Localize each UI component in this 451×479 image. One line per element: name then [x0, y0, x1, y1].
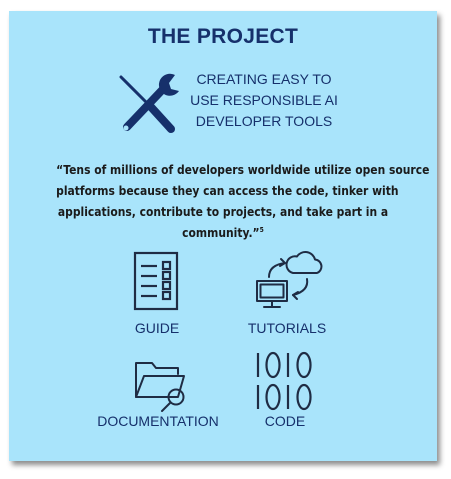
quote-line-4: community.”5 — [56, 222, 390, 243]
subtitle-line-3: DEVELOPER TOOLS — [195, 113, 333, 129]
quote-line-4-text: community.” — [182, 225, 260, 240]
tutorials-label: TUTORIALS — [247, 320, 327, 336]
quote-line-2: platforms because they can access the co… — [56, 183, 399, 198]
subtitle-line-2: USE RESPONSIBLE AI — [190, 92, 338, 108]
computer-cloud-sync-icon — [256, 251, 323, 308]
binary-code-icon — [256, 351, 312, 411]
card-title: THE PROJECT — [147, 25, 299, 48]
wrench-screwdriver-icon — [119, 73, 179, 133]
checklist-icon — [133, 251, 179, 311]
quote-line-3: applications, contribute to projects, an… — [57, 204, 389, 219]
project-card: THE PROJECT CREATING EASY TO USE RESPONS… — [9, 11, 437, 461]
folder-search-icon — [135, 362, 185, 412]
code-label: CODE — [264, 413, 306, 429]
quote-line-1: “Tens of millions of developers worldwid… — [56, 162, 430, 177]
subtitle-line-1: CREATING EASY TO — [196, 71, 332, 87]
project-subtitle: CREATING EASY TO USE RESPONSIBLE AI DEVE… — [185, 69, 343, 132]
documentation-label: DOCUMENTATION — [97, 413, 219, 429]
guide-label: GUIDE — [134, 320, 180, 336]
project-quote: “Tens of millions of developers worldwid… — [56, 159, 430, 243]
footnote-marker: 5 — [259, 225, 264, 234]
